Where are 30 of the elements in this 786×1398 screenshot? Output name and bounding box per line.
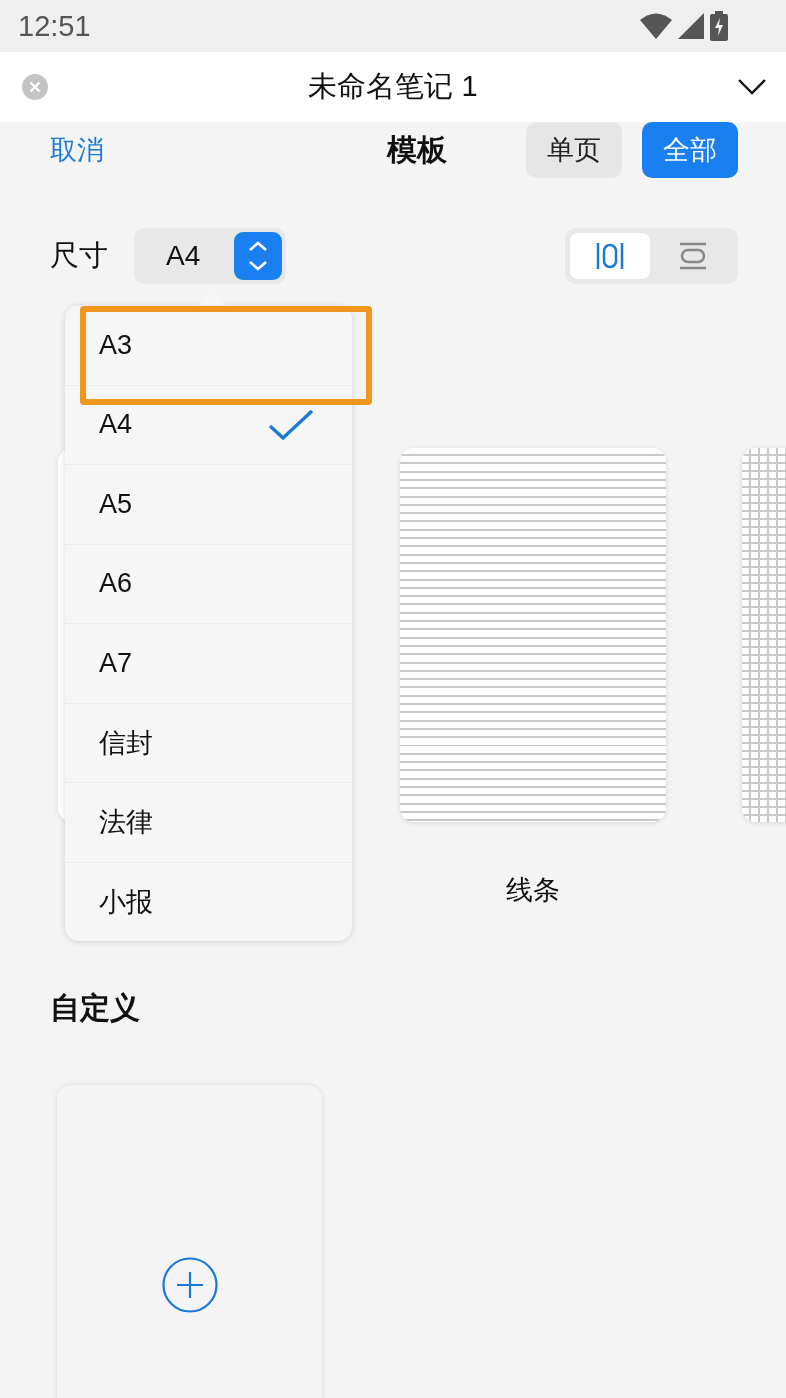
portrait-icon [594, 240, 625, 272]
size-menu-item[interactable]: 法律 [65, 782, 352, 862]
size-menu-item[interactable]: A4 [65, 384, 352, 464]
lined-template-thumbnail[interactable] [400, 448, 666, 822]
size-select[interactable]: A4 [134, 228, 286, 284]
close-icon[interactable] [22, 74, 48, 100]
scope-tab[interactable]: 单页 [526, 122, 622, 178]
size-menu-item[interactable]: 信封 [65, 702, 352, 782]
landscape-icon [678, 241, 709, 271]
cancel-link[interactable]: 取消 [50, 132, 104, 168]
status-time: 12:51 [18, 9, 91, 43]
add-icon [161, 1257, 218, 1313]
size-menu-item[interactable]: A3 [65, 305, 352, 385]
section-title: 自定义 [50, 990, 141, 1026]
size-menu-item[interactable]: A6 [65, 543, 352, 623]
size-menu-item[interactable]: 小报 [65, 861, 352, 941]
size-menu-item[interactable]: A7 [65, 623, 352, 703]
size-menu-item[interactable]: A5 [65, 464, 352, 544]
scope-tab[interactable]: 全部 [642, 122, 738, 178]
template-label: 线条 [506, 874, 560, 907]
orientation-toggle[interactable] [570, 233, 650, 279]
chevron-down-icon[interactable] [738, 79, 766, 95]
wifi-icon [640, 13, 672, 39]
add-template-card[interactable] [57, 1085, 322, 1398]
stepper-icon [234, 232, 282, 280]
note-title: 未命名笔记 1 [307, 69, 479, 104]
signal-icon [678, 13, 704, 39]
size-label: 尺寸 [50, 238, 108, 273]
sheet-title: 模板 [387, 131, 447, 168]
battery-icon [710, 11, 728, 41]
